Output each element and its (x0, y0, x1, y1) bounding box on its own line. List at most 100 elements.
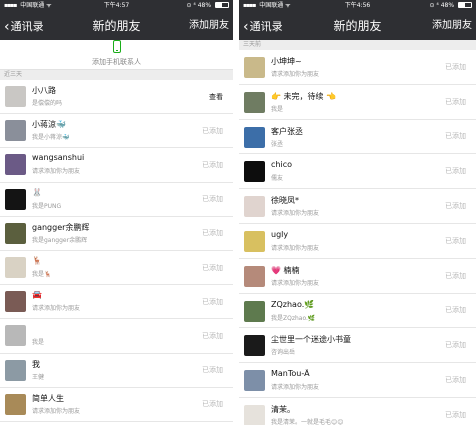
contact-name: 💗 楠楠 (271, 265, 300, 275)
avatar[interactable] (5, 222, 26, 244)
avatar-image (244, 300, 265, 322)
add-phone-contacts-label: 添加手机联系人 (92, 58, 141, 66)
avatar-image (244, 370, 265, 392)
avatar-image (5, 120, 26, 142)
avatar[interactable] (5, 188, 26, 210)
avatar[interactable] (5, 393, 26, 415)
contact-name: 🐰 (32, 187, 42, 197)
avatar-image (5, 325, 26, 347)
friend-request-row[interactable]: 🚘 请求添加你为朋友 已添加 (0, 285, 233, 320)
friend-request-row[interactable]: ZQzhao.🌿 我是ZQzhao.🌿 已添加 (239, 293, 476, 329)
friend-request-row[interactable]: 小八路 是偿偿的吗 查看 (0, 80, 233, 115)
added-status: 已添加 (445, 62, 466, 71)
added-status: 已添加 (445, 236, 466, 245)
request-message: 我是gangger余鹏辉 (32, 236, 88, 244)
friend-request-row[interactable]: 我是 已添加 (0, 319, 233, 354)
added-status: 已添加 (202, 297, 223, 306)
friend-request-row[interactable]: 小蒋涼🐳 我是小蒋涼🐳 已添加 (0, 114, 233, 149)
avatar-image (244, 230, 265, 252)
avatar[interactable] (5, 359, 26, 381)
request-message: 请求添加你为朋友 (271, 279, 320, 287)
request-message: 我是 (32, 339, 45, 347)
avatar-image (244, 404, 265, 425)
friend-request-row[interactable]: 清茉。 我是清茉。一就是毛毛😊😊 已添加 (239, 397, 476, 425)
added-status: 已添加 (202, 331, 223, 340)
avatar-image (5, 222, 26, 244)
avatar[interactable] (5, 256, 26, 278)
avatar[interactable] (244, 404, 265, 425)
avatar[interactable] (244, 126, 265, 148)
request-message: 是偿偿的吗 (32, 100, 63, 107)
added-status: 已添加 (445, 202, 466, 211)
contact-name: 小坤坤~ (271, 57, 302, 66)
avatar-image (5, 256, 26, 278)
request-message: 我是 (271, 105, 284, 113)
status-indicators: ⊙ ⁴ 48% (429, 2, 455, 9)
friend-request-row[interactable]: 🐰 我是PUNG 已添加 (0, 182, 233, 217)
friend-request-row[interactable]: 简单人生 请求添加你为朋友 已添加 (0, 387, 233, 422)
avatar[interactable] (5, 325, 26, 347)
avatar[interactable] (244, 91, 265, 113)
added-status: 已添加 (445, 410, 466, 419)
friend-request-row[interactable]: ManTou-Ä 请求添加你为朋友 已添加 (239, 363, 476, 398)
avatar[interactable] (244, 335, 265, 357)
friend-request-row[interactable]: 🦌 我是🦌 已添加 (0, 250, 233, 286)
avatar-image (5, 154, 26, 176)
request-message: 请求添加你为朋友 (32, 407, 81, 415)
avatar[interactable] (5, 120, 26, 142)
added-status: 已添加 (445, 167, 466, 176)
status-indicators: ⊙ ⁴ 48% (186, 2, 212, 9)
avatar[interactable] (244, 230, 265, 252)
avatar[interactable] (244, 57, 265, 78)
contact-name: 尘世里一个迷途小书童 (271, 335, 351, 345)
avatar[interactable] (244, 265, 265, 287)
avatar-image (244, 335, 265, 357)
contact-name: ugly (271, 229, 289, 239)
added-status: 已添加 (445, 271, 466, 280)
friend-request-row[interactable]: 徐晓凤* 请求添加你为朋友 已添加 (239, 189, 476, 224)
friend-request-row[interactable]: ugly 请求添加你为朋友 已添加 (239, 223, 476, 259)
avatar[interactable] (5, 291, 26, 313)
status-bar: ▪▪▪▪ 中国联通 ᯤ 下午4:56 ⊙ ⁴ 48% (239, 0, 476, 12)
request-message: 我是PUNG (32, 202, 62, 210)
friend-request-row[interactable]: 小坤坤~ 请求添加你为朋友 已添加 (239, 50, 476, 85)
request-message: 请求添加你为朋友 (271, 210, 320, 218)
friend-request-row[interactable]: 💗 楠楠请求添加你为朋友 已添加 (239, 258, 476, 294)
added-status: 已添加 (445, 97, 466, 106)
contact-name: chico (271, 160, 292, 170)
friend-request-row[interactable]: 👉 未完，待续 👈 我是 已添加 (239, 84, 476, 120)
request-message: 请求添加你为朋友 (32, 168, 81, 176)
avatar[interactable] (244, 196, 265, 218)
avatar-image (5, 393, 26, 415)
friend-request-row[interactable]: 客户张丞 张丞 已添加 (239, 119, 476, 155)
contact-name: 徐晓凤* (271, 196, 299, 206)
section-header-recent: 近三天 (0, 70, 233, 80)
avatar[interactable] (244, 161, 265, 183)
contact-name: gangger余鹏辉 (32, 222, 90, 232)
add-phone-contacts-button[interactable]: 添加手机联系人 (0, 40, 233, 70)
friend-request-row[interactable]: gangger余鹏辉 我是gangger余鹏辉 已添加 (0, 216, 233, 251)
friend-request-row[interactable]: 我王健 已添加 (0, 353, 233, 388)
contact-name: ManTou-Ä (271, 369, 310, 379)
avatar-image (5, 291, 26, 313)
friend-request-row[interactable]: 尘世里一个迷途小书童 咨询出岳 已添加 (239, 328, 476, 364)
battery-icon (215, 1, 229, 8)
friend-request-row[interactable]: wangsanshui 请求添加你为朋友 已添加 (0, 148, 233, 183)
add-friend-button[interactable]: 添加朋友 (189, 12, 229, 40)
status-bar: ▪▪▪▪ 中国联通 ᯤ 下午4:57 ⊙ ⁴ 48% (0, 0, 233, 12)
avatar[interactable] (5, 86, 26, 107)
request-message: 我是🦌 (32, 270, 52, 278)
friend-request-list: 小八路 是偿偿的吗 查看 小蒋涼🐳 我是小蒋涼🐳 已添加 wangsanshui 请求添加你为… (0, 80, 233, 422)
avatar[interactable] (244, 300, 265, 322)
contact-name: 简单人生 (32, 393, 64, 403)
request-message: 我是小蒋涼🐳 (32, 134, 70, 142)
avatar[interactable] (244, 370, 265, 392)
added-status: 已添加 (445, 376, 466, 385)
add-friend-button[interactable]: 添加朋友 (432, 12, 472, 40)
request-message: 咨询出岳 (271, 349, 296, 357)
view-button[interactable]: 查看 (209, 80, 223, 113)
friend-request-row[interactable]: chico 儒友 已添加 (239, 154, 476, 190)
avatar[interactable] (5, 154, 26, 176)
contact-name: 小蒋涼🐳 (32, 120, 66, 130)
added-status: 已添加 (202, 229, 223, 238)
